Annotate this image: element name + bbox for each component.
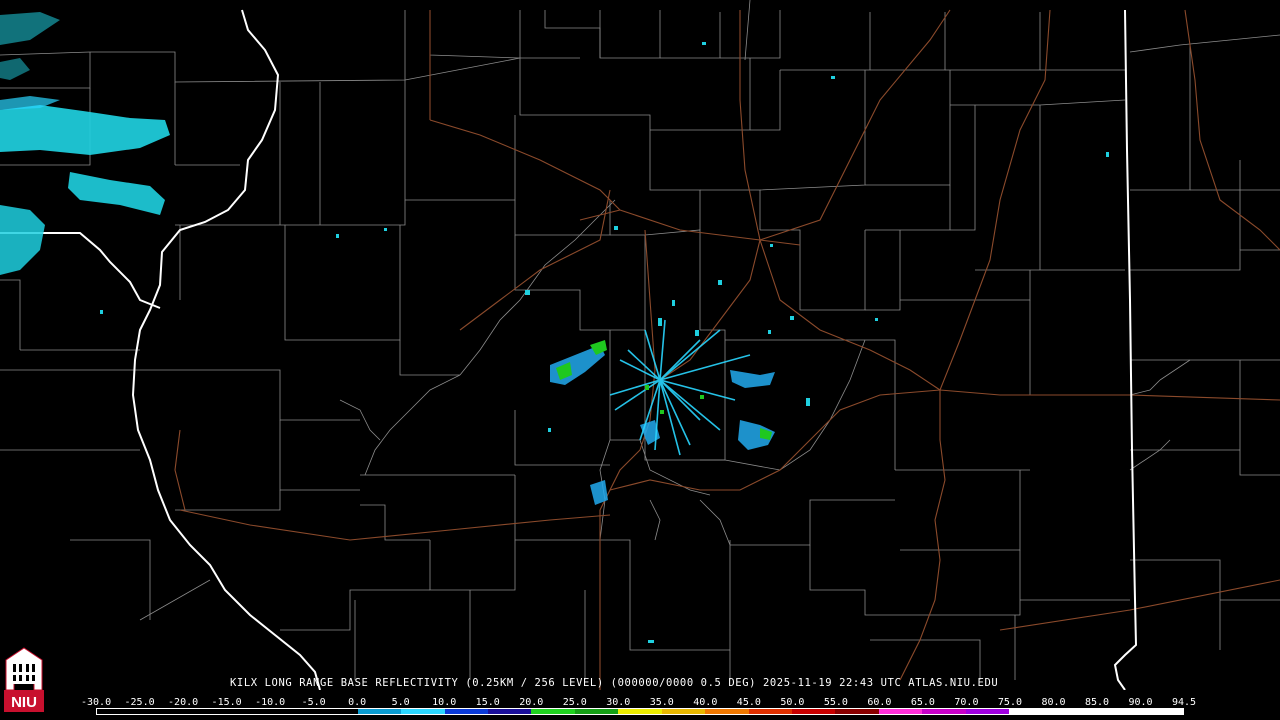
color-bar-segment [878, 709, 923, 714]
color-bar-segment [748, 709, 792, 714]
color-bar-segment [531, 709, 575, 714]
color-bar-segment [922, 709, 966, 714]
scale-label: 80.0 [1041, 697, 1066, 708]
color-bar-segment [1052, 709, 1097, 714]
scale-label: 20.0 [519, 697, 544, 708]
color-bar-segment [574, 709, 619, 714]
color-bar-segment [357, 709, 402, 714]
scale-label: 40.0 [693, 697, 718, 708]
color-bar-segment [965, 709, 1010, 714]
scale-label: -10.0 [255, 697, 286, 708]
color-bar-segment [618, 709, 662, 714]
scale-label: -15.0 [211, 697, 242, 708]
scale-label: 5.0 [391, 697, 410, 708]
color-bar-segment [270, 709, 315, 714]
radar-map [0, 0, 1280, 690]
scale-label: 65.0 [910, 697, 935, 708]
scale-label: 55.0 [823, 697, 848, 708]
county-boundaries [0, 0, 1280, 680]
color-bar-segment [140, 709, 184, 714]
color-bar-segment [1139, 709, 1183, 714]
scale-label: -30.0 [81, 697, 112, 708]
radar-center-cluster [100, 42, 1109, 643]
scale-label: 90.0 [1128, 697, 1153, 708]
scale-label: -20.0 [168, 697, 199, 708]
scale-label: 30.0 [606, 697, 631, 708]
scale-label: -5.0 [301, 697, 326, 708]
reflectivity-color-bar [96, 708, 1184, 715]
state-boundaries [0, 9, 1138, 690]
color-bar-segment [792, 709, 836, 714]
color-bar-segment [183, 709, 228, 714]
color-bar-segment [1096, 709, 1140, 714]
scale-label: 75.0 [997, 697, 1022, 708]
scale-label: 85.0 [1084, 697, 1110, 708]
color-bar-segment [661, 709, 706, 714]
color-bar-segment [444, 709, 488, 714]
scale-label: 45.0 [736, 697, 761, 708]
scale-label: 15.0 [475, 697, 500, 708]
scale-label: 70.0 [954, 697, 979, 708]
color-bar-segment [314, 709, 358, 714]
product-title: KILX LONG RANGE BASE REFLECTIVITY (0.25K… [230, 677, 999, 689]
scale-label: 50.0 [780, 697, 805, 708]
color-bar-segment [705, 709, 749, 714]
scale-label: -25.0 [124, 697, 155, 708]
color-bar-segment [1009, 709, 1053, 714]
scale-label: 10.0 [432, 697, 457, 708]
color-bar-segment [97, 709, 141, 714]
radar-echoes [0, 12, 1109, 643]
color-bar-segment [227, 709, 271, 714]
radar-map-view: NIU KILX LONG RANGE BASE REFLECTIVITY (0… [0, 0, 1280, 720]
color-bar-segment [401, 709, 445, 714]
highways [174, 9, 1280, 690]
scale-label: 0.0 [348, 697, 367, 708]
color-bar-segment [835, 709, 879, 714]
scale-label: 35.0 [649, 697, 674, 708]
scale-label: 25.0 [562, 697, 587, 708]
scale-label: 94.5 [1172, 697, 1197, 708]
scale-label: 60.0 [867, 697, 892, 708]
color-bar-segment [487, 709, 532, 714]
